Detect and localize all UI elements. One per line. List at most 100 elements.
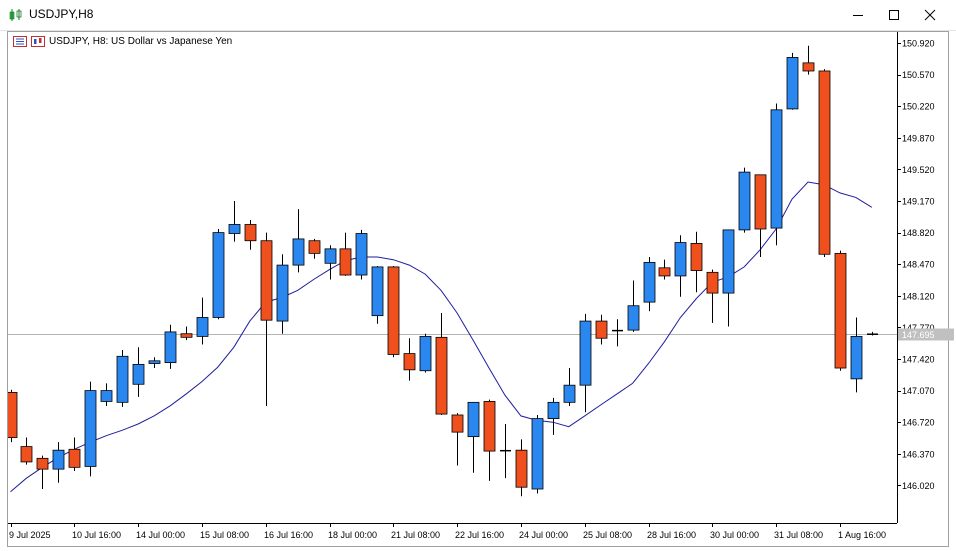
- x-tick-label: 25 Jul 08:00: [583, 530, 632, 540]
- y-tick-label: 149.520: [902, 165, 935, 175]
- candle: [212, 228, 225, 320]
- candle-body: [68, 448, 81, 468]
- candle-body: [515, 449, 528, 488]
- y-tick-label: 147.070: [902, 386, 935, 396]
- candle-body: [435, 336, 448, 415]
- candle: [419, 333, 432, 373]
- x-tick-label: 22 Jul 16:00: [455, 530, 504, 540]
- candle: [164, 324, 177, 369]
- candle: [722, 229, 735, 327]
- candle: [387, 266, 400, 358]
- candle-body: [643, 261, 656, 303]
- y-tick-label: 148.470: [902, 260, 935, 270]
- candle: [770, 103, 783, 246]
- candle: [148, 357, 161, 369]
- y-tick-label: 150.570: [902, 70, 935, 80]
- candle-body: [467, 401, 480, 438]
- y-tick-label: 146.720: [902, 418, 935, 428]
- candle-body: [738, 171, 751, 231]
- chart-symbol-label: USDJPY, H8: US Dollar vs Japanese Yen: [49, 36, 233, 47]
- candle-body: [8, 392, 18, 438]
- candle-body: [674, 242, 687, 277]
- candle-body: [403, 353, 416, 371]
- candle-body: [563, 384, 576, 403]
- candle-body: [355, 233, 368, 276]
- y-tick-label: 146.020: [902, 481, 935, 491]
- candle: [196, 297, 209, 345]
- bid-price-label: 147.695: [902, 330, 935, 340]
- candle-body: [451, 414, 464, 433]
- candle: [371, 266, 384, 324]
- candle-body: [36, 457, 49, 470]
- x-tick-label: 30 Jul 00:00: [710, 530, 759, 540]
- x-tick-label: 31 Jul 08:00: [774, 530, 823, 540]
- candle: [324, 245, 337, 280]
- y-tick-label: 150.220: [902, 102, 935, 112]
- candle-body: [547, 401, 560, 419]
- x-tick-label: 24 Jul 00:00: [519, 530, 568, 540]
- candle: [8, 389, 18, 443]
- candle-body: [658, 267, 671, 277]
- candle: [818, 69, 831, 257]
- candle: [132, 347, 145, 397]
- candle: [36, 455, 49, 490]
- candle: [276, 254, 289, 334]
- candle: [515, 439, 528, 497]
- x-tick-label: 9 Jul 2025: [9, 530, 51, 540]
- candle: [500, 424, 511, 479]
- candle-body: [706, 271, 719, 294]
- candle: [674, 235, 687, 297]
- candle-body: [20, 446, 33, 463]
- chart-label: USDJPY, H8: US Dollar vs Japanese Yen: [13, 36, 232, 47]
- candle: [308, 238, 321, 259]
- candle-body: [722, 229, 735, 294]
- x-tick-label: 10 Jul 16:00: [72, 530, 121, 540]
- candle: [802, 45, 815, 75]
- candle: [260, 232, 273, 406]
- candle: [563, 368, 576, 406]
- candle: [579, 313, 592, 413]
- candle-body: [84, 390, 97, 467]
- candle-body: [802, 62, 815, 72]
- candle: [116, 349, 129, 407]
- candle: [786, 52, 799, 110]
- candle-body: [308, 240, 321, 254]
- x-tick-label: 1 Aug 16:00: [838, 530, 886, 540]
- candle-body: [419, 336, 432, 372]
- candle: [738, 167, 751, 233]
- candle-body: [579, 320, 592, 386]
- candle-body: [132, 364, 145, 385]
- list-icon[interactable]: [13, 36, 27, 47]
- candle-body: [116, 355, 129, 403]
- candle-body: [196, 317, 209, 337]
- candle-body: [387, 266, 400, 355]
- chart-type-icon[interactable]: [31, 36, 45, 47]
- candle: [228, 201, 241, 242]
- candle: [292, 209, 305, 273]
- candle: [84, 381, 97, 477]
- candle-body: [52, 449, 65, 470]
- candle-body: [770, 109, 783, 229]
- candlestick-chart[interactable]: 150.920 150.570 150.220 149.870 149.520 149.1…: [0, 0, 956, 551]
- candle: [483, 399, 496, 481]
- candle-body: [292, 238, 305, 266]
- candle-body: [850, 336, 863, 380]
- candle: [52, 442, 65, 483]
- candle: [706, 269, 719, 323]
- y-tick-label: 146.370: [902, 449, 935, 459]
- candle: [451, 413, 464, 466]
- y-tick-label: 149.170: [902, 197, 935, 207]
- candle-body: [180, 333, 193, 338]
- candle: [339, 232, 352, 276]
- candle: [547, 397, 560, 435]
- candle-body: [148, 360, 161, 364]
- candle: [100, 383, 113, 406]
- x-tick-label: 28 Jul 16:00: [647, 530, 696, 540]
- candle: [612, 319, 623, 347]
- y-tick-label: 149.870: [902, 133, 935, 143]
- candle-body: [276, 264, 289, 322]
- candle-body: [260, 240, 273, 321]
- x-tick-label: 16 Jul 16:00: [264, 530, 313, 540]
- candle: [68, 437, 81, 471]
- candle-body: [627, 305, 640, 331]
